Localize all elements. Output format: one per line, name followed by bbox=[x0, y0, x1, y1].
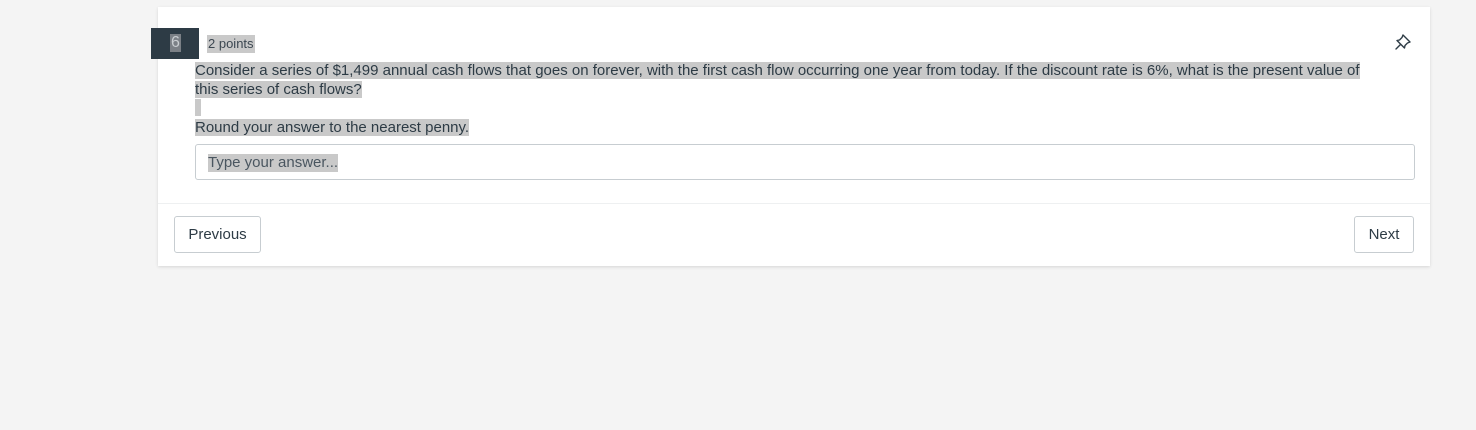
question-number: 6 bbox=[170, 34, 181, 52]
highlighted-blank-line bbox=[195, 99, 201, 116]
question-instruction: Round your answer to the nearest penny. bbox=[195, 118, 470, 137]
question-text-line-2: this series of cash flows? bbox=[195, 81, 362, 98]
answer-placeholder: Type your answer... bbox=[208, 154, 339, 172]
instruction-text: Round your answer to the nearest penny. bbox=[195, 119, 470, 136]
footer-divider bbox=[158, 203, 1430, 204]
next-button[interactable]: Next bbox=[1354, 216, 1414, 253]
answer-input[interactable]: Type your answer... bbox=[195, 144, 1415, 180]
pin-icon[interactable] bbox=[1392, 31, 1414, 53]
question-text: Consider a series of $1,499 annual cash … bbox=[195, 61, 1410, 99]
question-points: 2 points bbox=[207, 35, 255, 53]
pin-icon-svg bbox=[1395, 34, 1411, 50]
previous-button[interactable]: Previous bbox=[174, 216, 261, 253]
question-text-line-1: Consider a series of $1,499 annual cash … bbox=[195, 62, 1360, 79]
question-number-badge: 6 bbox=[151, 28, 199, 59]
